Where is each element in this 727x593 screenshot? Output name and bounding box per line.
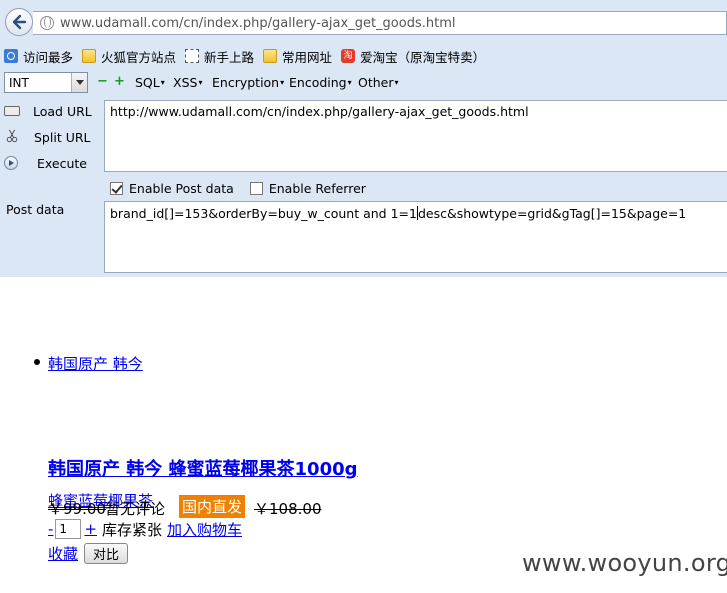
- menu-label: Encoding: [289, 75, 347, 90]
- bookmark-firefox-site[interactable]: 火狐官方站点: [82, 47, 176, 66]
- enable-post-checkbox[interactable]: [110, 181, 123, 195]
- favorite-link[interactable]: 收藏: [48, 543, 78, 564]
- globe-icon: [40, 16, 54, 30]
- stock-status: 库存紧张: [102, 520, 163, 539]
- menu-other[interactable]: Other▾: [358, 75, 399, 90]
- most-visited-icon: [4, 49, 18, 63]
- url-textarea[interactable]: http://www.udamall.com/cn/index.php/gall…: [104, 100, 727, 172]
- split-url-button[interactable]: Split URL: [0, 125, 91, 149]
- menu-label: Other: [358, 75, 394, 90]
- navigation-bar: www.udamall.com/cn/index.php/gallery-aja…: [0, 0, 727, 42]
- decrease-button[interactable]: −: [97, 75, 108, 88]
- comments-text: 暂无评论: [105, 500, 166, 518]
- browser-chrome: www.udamall.com/cn/index.php/gallery-aja…: [0, 0, 727, 277]
- menu-label: Encryption: [212, 75, 280, 90]
- hackbar-toolbar: INT − + SQL▾ XSS▾ Encryption▾ Encoding▾ …: [0, 70, 727, 96]
- type-select-value: INT: [9, 75, 29, 90]
- brand-link[interactable]: 韩国原产 韩今: [48, 355, 143, 373]
- bookmark-common-urls[interactable]: 常用网址: [263, 47, 332, 66]
- bookmark-label: 爱淘宝（原淘宝特卖）: [360, 49, 486, 65]
- watermark: www.wooyun.org: [522, 549, 727, 577]
- caret-down-icon: ▾: [280, 78, 285, 87]
- actions-row: 收藏 对比: [48, 541, 129, 565]
- page-icon: [185, 49, 200, 63]
- product-title-link[interactable]: 韩国原产 韩今 蜂蜜蓝莓椰果茶1000g: [48, 459, 358, 480]
- taobao-icon: 淘: [341, 49, 356, 63]
- execute-label: Execute: [37, 155, 87, 171]
- menu-encryption[interactable]: Encryption▾: [212, 75, 284, 90]
- bookmark-getting-started[interactable]: 新手上路: [185, 47, 254, 66]
- bookmark-most-visited[interactable]: 访问最多: [4, 47, 73, 66]
- post-text-after-caret: desc&showtype=grid&gTag[]=15&page=1: [417, 206, 687, 221]
- product-info-row: 蜂蜜蓝莓椰果茶 ￥99.00 暂无评论 国内直发 ￥108.00: [48, 490, 648, 518]
- post-data-label: Post data: [6, 202, 65, 217]
- chevron-down-icon: [71, 73, 87, 92]
- address-bar[interactable]: www.udamall.com/cn/index.php/gallery-aja…: [33, 11, 727, 35]
- quantity-input[interactable]: 1: [55, 519, 82, 539]
- post-options: Enable Post data Enable Referrer: [110, 180, 366, 196]
- caret-down-icon: ▾: [394, 78, 399, 87]
- enable-post-label: Enable Post data: [129, 180, 234, 196]
- execute-button[interactable]: Execute: [0, 151, 87, 175]
- enable-referrer-checkbox[interactable]: [249, 181, 263, 195]
- menu-xss[interactable]: XSS▾: [173, 75, 202, 90]
- play-icon: [4, 156, 18, 170]
- folder-icon: [82, 49, 97, 63]
- original-price: ￥108.00: [254, 500, 322, 518]
- menu-label: XSS: [173, 75, 198, 90]
- add-to-cart-link[interactable]: 加入购物车: [167, 519, 242, 540]
- folder-icon: [263, 49, 278, 63]
- split-url-label: Split URL: [34, 129, 91, 145]
- qty-minus-button[interactable]: -: [48, 520, 53, 538]
- address-text: www.udamall.com/cn/index.php/gallery-aja…: [60, 15, 456, 31]
- bookmark-label: 新手上路: [204, 49, 255, 65]
- scissors-icon: [6, 129, 18, 143]
- menu-encoding[interactable]: Encoding▾: [289, 75, 352, 90]
- increase-button[interactable]: +: [114, 75, 125, 88]
- compare-button[interactable]: 对比: [84, 542, 129, 564]
- price: ￥99.00: [48, 500, 106, 518]
- caret-down-icon: ▾: [160, 78, 165, 87]
- domestic-shipping-badge: 国内直发: [179, 495, 246, 518]
- bookmark-label: 常用网址: [282, 49, 333, 65]
- menu-label: SQL: [135, 75, 160, 90]
- caret-down-icon: ▾: [198, 78, 203, 87]
- back-arrow-icon: [12, 14, 27, 30]
- back-button[interactable]: [5, 8, 33, 36]
- bookmarks-toolbar: 访问最多 火狐官方站点 新手上路 常用网址 淘 爱淘宝（原淘宝特卖）: [0, 42, 727, 70]
- post-text-before-caret: brand_id[]=153&orderBy=buy_w_count and 1…: [110, 206, 417, 221]
- product-title[interactable]: 韩国原产 韩今 蜂蜜蓝莓椰果茶1000g: [48, 455, 358, 481]
- purchase-row: - 1 + 库存紧张 加入购物车: [48, 518, 242, 540]
- load-url-button[interactable]: Load URL: [0, 99, 92, 123]
- qty-plus-button[interactable]: +: [84, 520, 97, 538]
- type-select[interactable]: INT: [4, 72, 88, 93]
- post-data-textarea[interactable]: brand_id[]=153&orderBy=buy_w_count and 1…: [104, 201, 727, 273]
- bookmark-label: 访问最多: [23, 49, 74, 65]
- bookmark-ai-taobao[interactable]: 淘 爱淘宝（原淘宝特卖）: [341, 47, 485, 66]
- caret-down-icon: ▾: [347, 78, 352, 87]
- load-icon: [4, 106, 20, 116]
- load-url-label: Load URL: [33, 103, 92, 119]
- enable-referrer-label: Enable Referrer: [268, 180, 366, 196]
- menu-sql[interactable]: SQL▾: [135, 75, 165, 90]
- brand-list-item: 韩国原产 韩今: [30, 353, 143, 374]
- bookmark-label: 火狐官方站点: [101, 49, 177, 65]
